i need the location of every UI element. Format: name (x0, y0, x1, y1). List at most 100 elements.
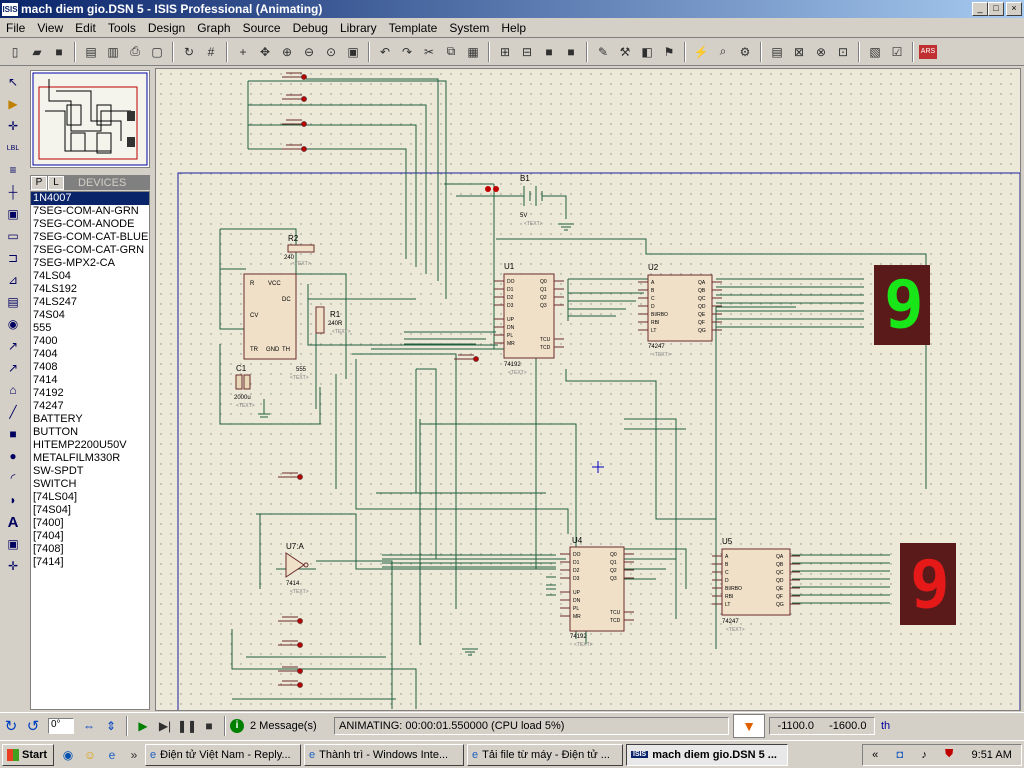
device-item[interactable]: 7414 (31, 374, 149, 387)
device-item[interactable]: HITEMP2200U50V (31, 439, 149, 452)
exit-sheet-icon[interactable]: ⊗ (811, 42, 831, 62)
block-move-icon[interactable]: ⊟ (517, 42, 537, 62)
quicklaunch-more-icon[interactable]: » (124, 745, 144, 765)
device-item[interactable]: 7SEG-COM-CAT-BLUE (31, 231, 149, 244)
menu-template[interactable]: Template (383, 21, 444, 35)
wire-autorouter-icon[interactable]: ⚡ (691, 42, 711, 62)
devices-list[interactable]: 1N4007 7SEG-COM-AN-GRN 7SEG-COM-ANODE 7SEG-… (30, 191, 150, 710)
selection-mode-icon[interactable]: ↖ (2, 72, 24, 92)
media-player-icon[interactable]: ◉ (58, 745, 78, 765)
junction-dot-icon[interactable]: ✛ (2, 116, 24, 136)
bill-of-materials-icon[interactable]: ▧ (865, 42, 885, 62)
pause-button[interactable]: ❚❚ (177, 716, 197, 736)
device-item[interactable]: 7SEG-COM-AN-GRN (31, 205, 149, 218)
stop-button[interactable]: ■ (199, 716, 219, 736)
menu-edit[interactable]: Edit (69, 21, 102, 35)
rotation-field[interactable]: 0° (48, 717, 74, 734)
device-item[interactable]: 7408 (31, 361, 149, 374)
overview-window[interactable] (30, 70, 150, 168)
device-item[interactable]: [74LS04] (31, 491, 149, 504)
zoom-out-icon[interactable]: ⊖ (299, 42, 319, 62)
arc-icon[interactable]: ◜ (2, 468, 24, 488)
copy-icon[interactable]: ⧉ (441, 42, 461, 62)
voltage-probe-icon[interactable]: ↗ (2, 336, 24, 356)
menu-system[interactable]: System (443, 21, 495, 35)
menu-source[interactable]: Source (237, 21, 287, 35)
device-item[interactable]: 555 (31, 322, 149, 335)
graph-icon[interactable]: ⊿ (2, 270, 24, 290)
line-icon[interactable]: ╱ (2, 402, 24, 422)
device-item[interactable]: [7404] (31, 530, 149, 543)
mirror-x-icon[interactable]: ⇔ (79, 716, 99, 736)
print-icon[interactable]: ⎙ (125, 42, 145, 62)
device-item[interactable]: [7400] (31, 517, 149, 530)
tray-expand-icon[interactable]: « (872, 749, 878, 761)
menu-help[interactable]: Help (495, 21, 532, 35)
messages-count[interactable]: 2 Message(s) (250, 720, 330, 732)
minimize-button[interactable]: _ (972, 2, 988, 16)
zoom-area-icon[interactable]: ▣ (343, 42, 363, 62)
symbol-icon[interactable]: ▣ (2, 534, 24, 554)
virtual-instruments-icon[interactable]: ⌂ (2, 380, 24, 400)
browser-icon[interactable]: e (102, 745, 122, 765)
play-button[interactable]: ▶ (133, 716, 153, 736)
device-item[interactable]: 7SEG-COM-CAT-GRN (31, 244, 149, 257)
packaging-icon[interactable]: ◧ (637, 42, 657, 62)
menu-library[interactable]: Library (334, 21, 383, 35)
block-delete-icon[interactable]: ■ (561, 42, 581, 62)
path-icon[interactable]: ◗ (2, 490, 24, 510)
text-icon[interactable]: A (2, 512, 24, 532)
mirror-y-icon[interactable]: ⇕ (101, 716, 121, 736)
menu-view[interactable]: View (31, 21, 69, 35)
current-probe-icon[interactable]: ↗ (2, 358, 24, 378)
text-script-icon[interactable]: ≡ (2, 160, 24, 180)
device-item[interactable]: 7404 (31, 348, 149, 361)
rotate-cw-icon[interactable]: ↻ (1, 716, 21, 736)
device-item[interactable]: 7SEG-MPX2-CA (31, 257, 149, 270)
device-item[interactable]: 7400 (31, 335, 149, 348)
component-mode-icon[interactable]: ▶ (2, 94, 24, 114)
terminals-icon[interactable]: ▭ (2, 226, 24, 246)
device-item[interactable]: 74LS04 (31, 270, 149, 283)
zoom-all-icon[interactable]: ⊙ (321, 42, 341, 62)
schematic-canvas[interactable]: R VCC DC CV TR TH GND 555 <TEXT> R2 240 … (155, 68, 1021, 711)
messenger-icon[interactable]: ☺ (80, 745, 100, 765)
device-item[interactable]: 74S04 (31, 309, 149, 322)
refresh-icon[interactable]: ↻ (179, 42, 199, 62)
generator-icon[interactable]: ◉ (2, 314, 24, 334)
task-button-2[interactable]: e Thành trì - Windows Inte... (304, 743, 464, 766)
block-copy-icon[interactable]: ⊞ (495, 42, 515, 62)
task-button-3[interactable]: e Tải file từ máy - Điện tử ... (467, 743, 623, 766)
device-item[interactable]: 74247 (31, 400, 149, 413)
menu-debug[interactable]: Debug (287, 21, 334, 35)
task-button-isis[interactable]: ISIS mach diem gio.DSN 5 ... (626, 743, 788, 766)
menu-graph[interactable]: Graph (191, 21, 236, 35)
device-pins-icon[interactable]: ⊐ (2, 248, 24, 268)
device-item[interactable]: BUTTON (31, 426, 149, 439)
schematic-drawing[interactable]: R VCC DC CV TR TH GND 555 <TEXT> R2 240 … (156, 69, 1021, 711)
device-item[interactable]: 74192 (31, 387, 149, 400)
device-item[interactable]: 74LS192 (31, 283, 149, 296)
undo-icon[interactable]: ↶ (375, 42, 395, 62)
tape-recorder-icon[interactable]: ▤ (2, 292, 24, 312)
step-button[interactable]: ▶| (155, 716, 175, 736)
box-icon[interactable]: ■ (2, 424, 24, 444)
property-tool-icon[interactable]: ⚙ (735, 42, 755, 62)
device-item[interactable]: 7SEG-COM-ANODE (31, 218, 149, 231)
decompose-icon[interactable]: ⚑ (659, 42, 679, 62)
pan-icon[interactable]: ✥ (255, 42, 275, 62)
counter-u4[interactable]: U4 74192 <TEXT> DO D1 D2 D3 UP DN PL MR Q0 Q1 Q2 Q3… (560, 536, 634, 648)
menu-tools[interactable]: Tools (102, 21, 142, 35)
pick-device-icon[interactable]: ✎ (593, 42, 613, 62)
zoom-child-icon[interactable]: ⊡ (833, 42, 853, 62)
device-item[interactable]: BATTERY (31, 413, 149, 426)
grid-icon[interactable]: # (201, 42, 221, 62)
paste-icon[interactable]: ▦ (463, 42, 483, 62)
block-rotate-icon[interactable]: ■ (539, 42, 559, 62)
search-icon[interactable]: ⌕ (713, 42, 733, 62)
marker-icon[interactable]: ✛ (2, 556, 24, 576)
device-item[interactable]: [74S04] (31, 504, 149, 517)
erc-report-icon[interactable]: ☑ (887, 42, 907, 62)
origin-icon[interactable]: + (233, 42, 253, 62)
rotate-ccw-icon[interactable]: ↺ (23, 716, 43, 736)
